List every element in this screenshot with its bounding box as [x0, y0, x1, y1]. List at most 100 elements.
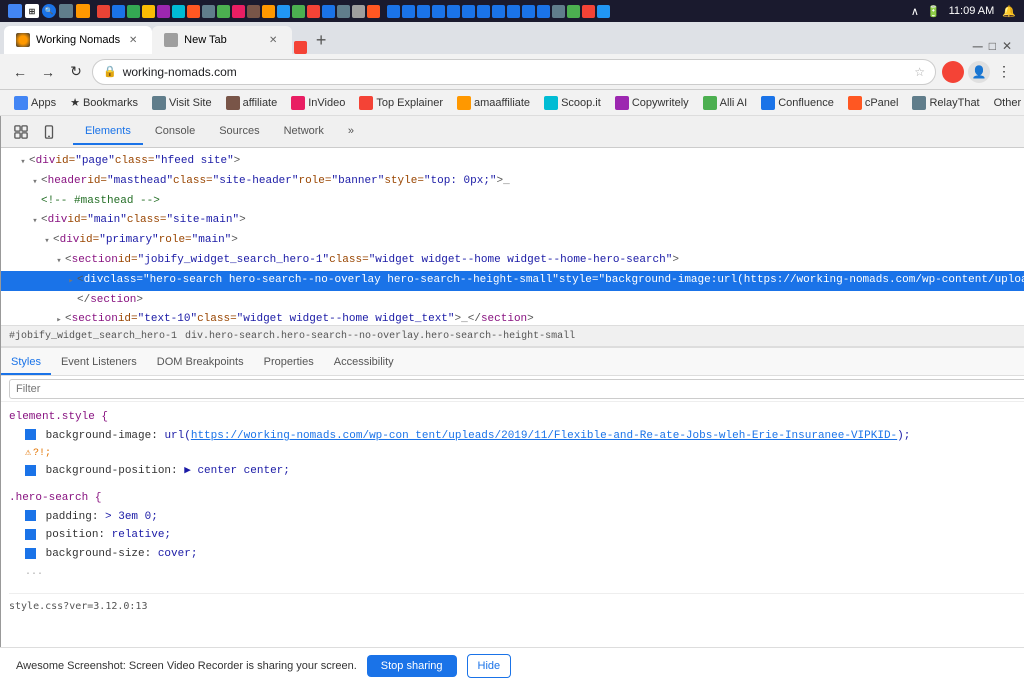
- prop-checkbox-2[interactable]: [25, 465, 36, 476]
- tb-row2-4[interactable]: [432, 5, 445, 18]
- new-tab-button[interactable]: +: [307, 26, 335, 54]
- devtools-tab-network[interactable]: Network: [272, 119, 336, 145]
- tab-working-nomads[interactable]: Working Nomads ✕: [4, 26, 152, 54]
- prop-checkbox-4[interactable]: [25, 529, 36, 540]
- tb-icon-b11[interactable]: [262, 5, 275, 18]
- devtools-tab-more[interactable]: »: [336, 119, 366, 145]
- triangle-2[interactable]: [29, 174, 41, 190]
- styles-tab-properties[interactable]: Properties: [254, 351, 324, 375]
- menu-button[interactable]: ⋮: [992, 60, 1016, 84]
- profile-icon[interactable]: 👤: [968, 61, 990, 83]
- styles-tab-accessibility[interactable]: Accessibility: [324, 351, 404, 375]
- os-notifications-icon[interactable]: 🔔: [1002, 5, 1016, 18]
- prop-checkbox-5[interactable]: [25, 548, 36, 559]
- os-icon-4[interactable]: [76, 4, 90, 18]
- hide-button[interactable]: Hide: [467, 654, 512, 678]
- bookmark-alliai[interactable]: Alli AI: [697, 94, 754, 112]
- tb-icon-b2[interactable]: [127, 5, 140, 18]
- stop-sharing-button[interactable]: Stop sharing: [367, 655, 457, 677]
- html-line-6-selected[interactable]: <div class="hero-search hero-search--no-…: [1, 271, 1024, 291]
- tb-row2-15[interactable]: [597, 5, 610, 18]
- triangle-3[interactable]: [29, 213, 41, 229]
- tb-row2-5[interactable]: [447, 5, 460, 18]
- tb-icon-b8[interactable]: [217, 5, 230, 18]
- browser-minimize[interactable]: ─: [973, 38, 983, 54]
- bookmark-bookmarks[interactable]: ★ Bookmarks: [64, 94, 144, 111]
- os-search-icon[interactable]: 🔍: [42, 4, 56, 18]
- tb-icon-chrome[interactable]: [97, 5, 110, 18]
- tb-row2-3[interactable]: [417, 5, 430, 18]
- tb-icon-b7[interactable]: [202, 5, 215, 18]
- html-line-3[interactable]: <div id="main" class="site-main" >: [1, 211, 1024, 231]
- os-icon-2[interactable]: ⊞: [25, 4, 39, 18]
- triangle-1[interactable]: [17, 154, 29, 170]
- tb-row2-1[interactable]: [387, 5, 400, 18]
- styles-filter-input[interactable]: [9, 379, 1024, 399]
- tb-icon-b1[interactable]: [112, 5, 125, 18]
- tb-row2-13[interactable]: [567, 5, 580, 18]
- reload-button[interactable]: ↻: [64, 60, 88, 84]
- tb-row2-10[interactable]: [522, 5, 535, 18]
- tab-close-1[interactable]: ✕: [126, 33, 140, 47]
- tab-icon-x[interactable]: [294, 41, 307, 54]
- bookmark-visitsite[interactable]: Visit Site: [146, 94, 218, 112]
- bookmark-cpanel[interactable]: cPanel: [842, 94, 905, 112]
- tb-icon-b18[interactable]: [367, 5, 380, 18]
- bookmark-invideo[interactable]: InVideo: [285, 94, 351, 112]
- bookmark-apps[interactable]: Apps: [8, 94, 62, 112]
- tb-row2-12[interactable]: [552, 5, 565, 18]
- devtools-tab-elements[interactable]: Elements: [73, 119, 143, 145]
- tb-icon-b12[interactable]: [277, 5, 290, 18]
- bookmark-other[interactable]: Other bookmarks ›: [988, 95, 1024, 111]
- tb-icon-b14[interactable]: [307, 5, 320, 18]
- tb-icon-b3[interactable]: [142, 5, 155, 18]
- html-line-5[interactable]: <section id="jobify_widget_search_hero-1…: [1, 251, 1024, 271]
- prop-checkbox-1[interactable]: [25, 429, 36, 440]
- tb-icon-b17[interactable]: [352, 5, 365, 18]
- html-line-2[interactable]: <header id="masthead" class="site-header…: [1, 172, 1024, 192]
- html-line-8[interactable]: <section id="text-10" class="widget widg…: [1, 310, 1024, 325]
- tb-icon-b9[interactable]: [232, 5, 245, 18]
- bookmark-relaythat[interactable]: RelayThat: [906, 94, 985, 112]
- triangle-5[interactable]: [53, 253, 65, 269]
- bookmark-topexplainer[interactable]: Top Explainer: [353, 94, 449, 112]
- browser-close[interactable]: ✕: [1002, 39, 1012, 53]
- html-line-7[interactable]: </section>: [1, 291, 1024, 311]
- tb-icon-b13[interactable]: [292, 5, 305, 18]
- forward-button[interactable]: →: [36, 60, 60, 84]
- tb-row2-11[interactable]: [537, 5, 550, 18]
- browser-maximize[interactable]: □: [989, 39, 996, 53]
- tb-icon-b15[interactable]: [322, 5, 335, 18]
- bookmark-copywritely[interactable]: Copywritely: [609, 94, 695, 112]
- tb-row2-9[interactable]: [507, 5, 520, 18]
- breadcrumb-div-hero[interactable]: div.hero-search.hero-search--no-overlay.…: [185, 331, 575, 342]
- tb-icon-b4[interactable]: [157, 5, 170, 18]
- os-icon-1[interactable]: [8, 4, 22, 18]
- tb-row2-6[interactable]: [462, 5, 475, 18]
- tb-row2-7[interactable]: [477, 5, 490, 18]
- prop-checkbox-3[interactable]: [25, 510, 36, 521]
- html-line-1[interactable]: <div id="page" class="hfeed site" >: [1, 152, 1024, 172]
- os-expand-icon[interactable]: ∧: [911, 5, 919, 18]
- tab-2[interactable]: New Tab ✕: [152, 26, 292, 54]
- bookmark-confluence[interactable]: Confluence: [755, 94, 840, 112]
- styles-tab-dom-breakpoints[interactable]: DOM Breakpoints: [147, 351, 254, 375]
- devtools-inspect-button[interactable]: [9, 120, 33, 144]
- styles-tab-event-listeners[interactable]: Event Listeners: [51, 351, 147, 375]
- tb-row2-2[interactable]: [402, 5, 415, 18]
- tb-row2-14[interactable]: [582, 5, 595, 18]
- devtools-tab-sources[interactable]: Sources: [207, 119, 271, 145]
- tab-close-2[interactable]: ✕: [266, 33, 280, 47]
- tb-icon-b6[interactable]: [187, 5, 200, 18]
- bookmark-amaaffiliate[interactable]: amaaffiliate: [451, 94, 536, 112]
- bookmark-scoopit[interactable]: Scoop.it: [538, 94, 607, 112]
- address-bar[interactable]: 🔒 working-nomads.com ☆: [92, 59, 936, 85]
- html-line-comment-masthead[interactable]: <!-- #masthead -->: [1, 192, 1024, 212]
- os-icon-3[interactable]: [59, 4, 73, 18]
- back-button[interactable]: ←: [8, 60, 32, 84]
- tb-icon-b10[interactable]: [247, 5, 260, 18]
- devtools-tab-console[interactable]: Console: [143, 119, 207, 145]
- bookmark-affiliate[interactable]: affiliate: [220, 94, 284, 112]
- triangle-4[interactable]: [41, 233, 53, 249]
- breadcrumb-search-hero[interactable]: #jobify_widget_search_hero-1: [9, 331, 177, 342]
